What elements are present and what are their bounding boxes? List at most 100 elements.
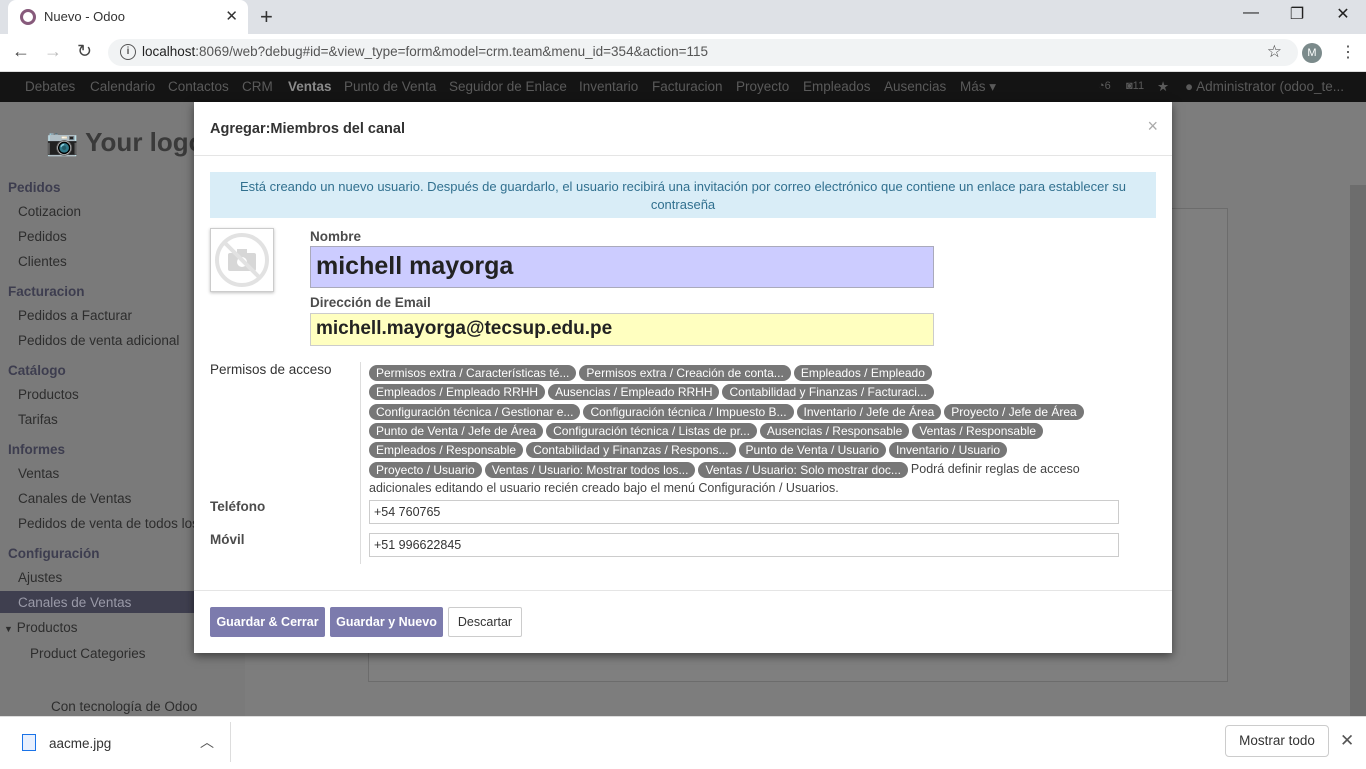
- menu-contactos[interactable]: Contactos: [168, 79, 229, 94]
- access-tag[interactable]: Empleados / Empleado RRHH: [369, 384, 546, 401]
- sidebar-heading-configuracion[interactable]: Configuración: [8, 546, 100, 561]
- user-menu[interactable]: ● Administrator (odoo_te...: [1185, 79, 1344, 94]
- access-tag[interactable]: Proyecto / Usuario: [369, 461, 482, 478]
- sidebar-heading-informes[interactable]: Informes: [8, 442, 65, 457]
- mobile-label: Móvil: [210, 532, 245, 547]
- name-label: Nombre: [310, 229, 362, 244]
- menu-calendario[interactable]: Calendario: [90, 79, 155, 94]
- new-tab-button[interactable]: +: [260, 4, 273, 30]
- url-text[interactable]: localhost:8069/web?debug#id=&view_type=f…: [142, 44, 708, 59]
- mobile-input[interactable]: +51 996622845: [369, 533, 1119, 557]
- user-photo-placeholder[interactable]: [210, 228, 274, 292]
- access-tag[interactable]: Ventas / Usuario: Solo mostrar doc...: [698, 461, 908, 478]
- header-divider: [194, 155, 1172, 156]
- forward-icon[interactable]: →: [44, 41, 62, 62]
- powered-by-odoo[interactable]: Con tecnología de Odoo: [51, 699, 197, 714]
- profile-avatar[interactable]: M: [1302, 43, 1322, 63]
- chevron-up-icon[interactable]: ︿: [200, 732, 214, 752]
- sidebar-item-clientes[interactable]: Clientes: [18, 254, 67, 269]
- tab-title: Nuevo - Odoo: [44, 9, 125, 24]
- sidebar-item-ajustes[interactable]: Ajustes: [18, 570, 62, 585]
- access-tag[interactable]: Inventario / Usuario: [888, 442, 1008, 459]
- show-all-button[interactable]: Mostrar todo: [1225, 725, 1329, 757]
- access-tag[interactable]: Empleados / Responsable: [369, 442, 524, 459]
- close-tab-icon[interactable]: ✕: [225, 7, 238, 25]
- sidebar-item-productos-config[interactable]: ▼ Productos: [4, 620, 77, 635]
- close-downloads-icon[interactable]: ✕: [1340, 731, 1354, 751]
- add-member-dialog: Agregar:Miembros del canal × Está creand…: [194, 102, 1172, 653]
- access-rights-label: Permisos de acceso: [210, 362, 332, 377]
- menu-punto-de-venta[interactable]: Punto de Venta: [344, 79, 436, 94]
- access-tag[interactable]: Permisos extra / Características té...: [369, 364, 577, 381]
- chat-icon[interactable]: ◔6: [1098, 80, 1111, 92]
- download-filename[interactable]: aacme.jpg: [49, 736, 111, 751]
- name-input[interactable]: michell mayorga: [310, 246, 934, 288]
- access-tag[interactable]: Ausencias / Responsable: [759, 422, 910, 439]
- access-tag[interactable]: Inventario / Jefe de Área: [796, 403, 942, 420]
- access-tag[interactable]: Ventas / Usuario: Mostrar todos los...: [484, 461, 696, 478]
- menu-debates[interactable]: Debates: [25, 79, 75, 94]
- access-tag[interactable]: Punto de Venta / Jefe de Área: [369, 422, 544, 439]
- sidebar-item-product-categories[interactable]: Product Categories: [30, 646, 146, 661]
- sidebar-item-canales-de-ventas-informe[interactable]: Canales de Ventas: [18, 491, 131, 506]
- access-tag[interactable]: Empleados / Empleado: [793, 364, 932, 381]
- menu-facturacion[interactable]: Facturacion: [652, 79, 723, 94]
- info-alert: Está creando un nuevo usuario. Después d…: [210, 172, 1156, 218]
- email-input[interactable]: michell.mayorga@tecsup.edu.pe: [310, 313, 934, 346]
- sidebar-heading-pedidos[interactable]: Pedidos: [8, 180, 61, 195]
- access-tag[interactable]: Configuración técnica / Listas de pr...: [546, 422, 757, 439]
- discard-button[interactable]: Descartar: [448, 607, 522, 637]
- access-tag[interactable]: Contabilidad y Finanzas / Respons...: [526, 442, 736, 459]
- menu-seguidor-de-enlace[interactable]: Seguidor de Enlace: [449, 79, 567, 94]
- back-icon[interactable]: ←: [12, 41, 30, 62]
- dialog-close-button[interactable]: ×: [1147, 116, 1158, 137]
- sidebar-item-tarifas[interactable]: Tarifas: [18, 412, 58, 427]
- sidebar-item-canales-de-ventas[interactable]: Canales de Ventas: [18, 595, 131, 610]
- access-tag[interactable]: Configuración técnica / Gestionar e...: [369, 403, 581, 420]
- browser-menu-icon[interactable]: ⋮: [1340, 42, 1356, 62]
- menu-inventario[interactable]: Inventario: [579, 79, 638, 94]
- sidebar-item-pedidos[interactable]: Pedidos: [18, 229, 67, 244]
- site-info-icon[interactable]: i: [120, 44, 136, 60]
- save-new-button[interactable]: Guardar y Nuevo: [330, 607, 443, 637]
- email-label: Dirección de Email: [310, 295, 431, 310]
- bookmark-star-icon[interactable]: ☆: [1267, 42, 1282, 62]
- access-tag[interactable]: Contabilidad y Finanzas / Facturaci...: [722, 384, 934, 401]
- restore-icon[interactable]: ❐: [1274, 4, 1320, 24]
- phone-input[interactable]: +54 760765: [369, 500, 1119, 524]
- activity-icon[interactable]: ◙11: [1126, 80, 1144, 92]
- phone-label: Teléfono: [210, 499, 266, 514]
- sidebar-item-productos[interactable]: Productos: [18, 387, 79, 402]
- menu-crm[interactable]: CRM: [242, 79, 273, 94]
- menu-ventas[interactable]: Ventas: [288, 79, 332, 94]
- page-scrollbar[interactable]: [1350, 185, 1366, 716]
- sidebar-item-pedidos-a-facturar[interactable]: Pedidos a Facturar: [18, 308, 132, 323]
- star-icon[interactable]: ★: [1157, 79, 1169, 95]
- access-tag[interactable]: Configuración técnica / Impuesto B...: [583, 403, 794, 420]
- sidebar-heading-facturacion[interactable]: Facturacion: [8, 284, 85, 299]
- access-tag[interactable]: Ventas / Responsable: [912, 422, 1044, 439]
- field-divider: [360, 362, 361, 564]
- access-tag[interactable]: Proyecto / Jefe de Área: [944, 403, 1084, 420]
- image-file-icon[interactable]: [22, 734, 36, 751]
- sidebar-item-pedidos-venta-adicional[interactable]: Pedidos de venta adicional: [18, 333, 179, 348]
- reload-icon[interactable]: ↻: [77, 41, 92, 62]
- sidebar-item-pedidos-todos[interactable]: Pedidos de venta de todos los: [18, 516, 199, 531]
- address-bar[interactable]: i localhost:8069/web?debug#id=&view_type…: [108, 39, 1298, 66]
- window-close-icon[interactable]: ✕: [1320, 4, 1366, 24]
- sidebar-item-ventas[interactable]: Ventas: [18, 466, 59, 481]
- access-tag[interactable]: Punto de Venta / Usuario: [738, 442, 886, 459]
- menu-mas[interactable]: Más ▾: [960, 79, 996, 95]
- sidebar-item-cotizacion[interactable]: Cotizacion: [18, 204, 81, 219]
- menu-empleados[interactable]: Empleados: [803, 79, 871, 94]
- minimize-icon[interactable]: —: [1228, 4, 1274, 22]
- menu-ausencias[interactable]: Ausencias: [884, 79, 946, 94]
- camera-icon: [215, 233, 269, 287]
- browser-tab[interactable]: Nuevo - Odoo ✕: [8, 0, 248, 34]
- access-tag[interactable]: Permisos extra / Creación de conta...: [579, 364, 791, 381]
- menu-proyecto[interactable]: Proyecto: [736, 79, 789, 94]
- downloads-separator: [230, 722, 231, 762]
- access-tag[interactable]: Ausencias / Empleado RRHH: [548, 384, 720, 401]
- sidebar-heading-catalogo[interactable]: Catálogo: [8, 363, 66, 378]
- save-close-button[interactable]: Guardar & Cerrar: [210, 607, 325, 637]
